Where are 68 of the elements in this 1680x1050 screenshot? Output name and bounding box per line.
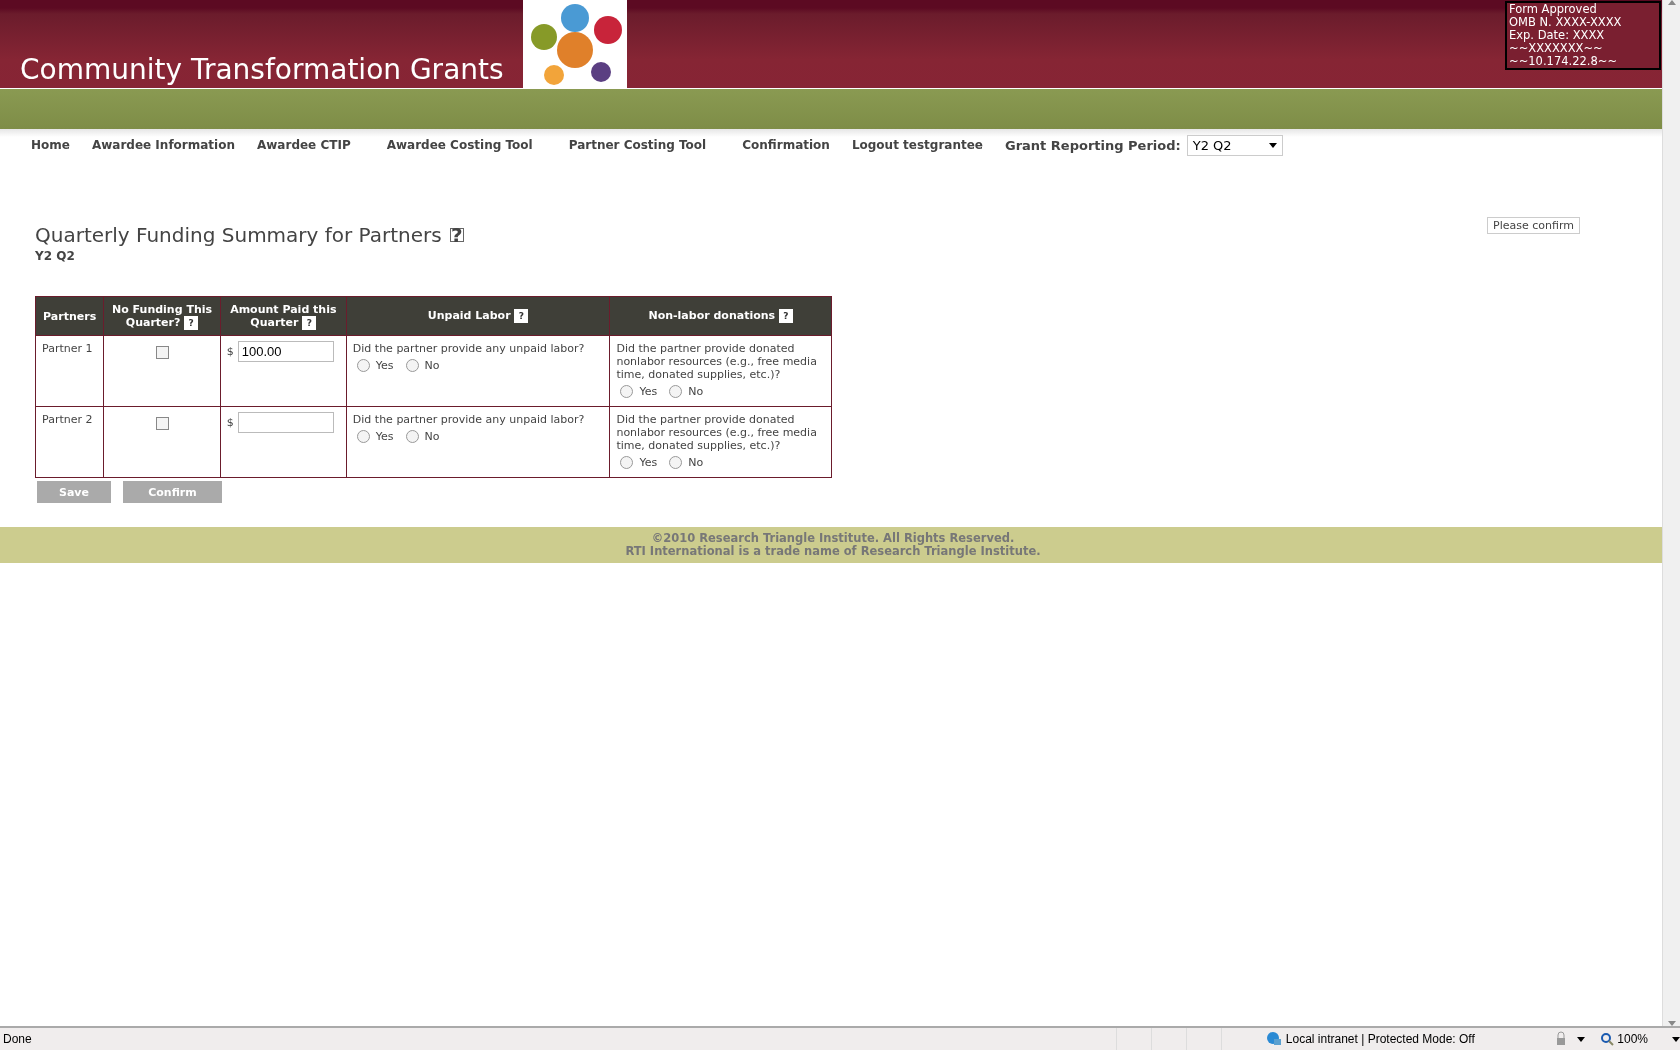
- labor-question: Did the partner provide any unpaid labor?: [352, 342, 586, 355]
- radio-label: Yes: [639, 456, 658, 469]
- no-funding-checkbox[interactable]: [155, 346, 169, 359]
- zoom-level[interactable]: 100%: [1617, 1032, 1648, 1046]
- notice-line: Exp. Date: XXXX: [1509, 29, 1606, 42]
- footer-text: ©2010 Research Triangle Institute. All Rights Reserved.: [651, 532, 1015, 545]
- partner-name: Partner 1: [35, 335, 104, 407]
- footer-text: RTI International is a trade name of Research Triangle Institute.: [625, 545, 1041, 558]
- radio-label: No: [424, 359, 440, 372]
- radio-label: No: [688, 385, 704, 398]
- nav-link[interactable]: Confirmation: [742, 138, 830, 152]
- radio-label: Yes: [375, 359, 394, 372]
- help-icon[interactable]: ?: [449, 228, 464, 242]
- amount-field[interactable]: [237, 412, 334, 433]
- radio-button[interactable]: [669, 385, 683, 398]
- notice-line: ~~XXXXXXX~~: [1509, 42, 1604, 55]
- labor-question: Did the partner provide any unpaid labor?: [352, 413, 586, 426]
- period-subtitle: Y2 Q2: [35, 249, 76, 263]
- column-header: Non-labor donations ?: [609, 296, 832, 336]
- donation-question: Did the partner provide donated nonlabor resources (e.g., free media time, donated supplies, etc.)?: [616, 342, 818, 381]
- column-header: Amount Paid this Quarter ?: [220, 296, 347, 336]
- scroll-up-icon[interactable]: [1667, 0, 1676, 5]
- radio-button[interactable]: [405, 430, 419, 443]
- site-title: Community Transformation Grants: [19, 52, 504, 88]
- confirm-notice: Please confirm: [1487, 217, 1580, 234]
- column-header: Unpaid Labor ?: [346, 296, 610, 336]
- nav-link[interactable]: Awardee Information: [91, 138, 235, 152]
- caret-icon[interactable]: [1577, 1036, 1586, 1042]
- column-header: No Funding This Quarter? ?: [103, 296, 221, 336]
- help-icon[interactable]: ?: [302, 315, 317, 330]
- radio-button[interactable]: [405, 359, 419, 372]
- radio-button[interactable]: [356, 359, 370, 372]
- notice-line: ~~10.174.22.8~~: [1509, 55, 1619, 68]
- period-label: Grant Reporting Period:: [1005, 137, 1181, 153]
- partner-name: Partner 2: [35, 406, 104, 478]
- scrollbar[interactable]: [1662, 0, 1680, 1026]
- amount-field[interactable]: 100.00: [237, 341, 334, 362]
- radio-label: No: [424, 430, 440, 443]
- caret-icon[interactable]: [1672, 1036, 1680, 1042]
- nav-link[interactable]: Logout testgrantee: [851, 138, 983, 152]
- radio-button[interactable]: [620, 385, 634, 398]
- donation-question: Did the partner provide donated nonlabor resources (e.g., free media time, donated supplies, etc.)?: [616, 413, 818, 452]
- radio-button[interactable]: [620, 456, 634, 469]
- help-icon[interactable]: ?: [184, 315, 199, 330]
- nav-link[interactable]: Awardee Costing Tool: [386, 138, 533, 152]
- caret-icon: [1268, 142, 1277, 148]
- period-dropdown[interactable]: Y2 Q2: [1186, 134, 1283, 156]
- globe-computer-icon: [1265, 1031, 1282, 1047]
- page-title: Quarterly Funding Summary for Partners: [35, 223, 442, 247]
- column-header: Partners: [35, 296, 104, 336]
- notice-line: OMB N. XXXX-XXXX: [1509, 16, 1623, 29]
- notice-line: Form Approved: [1509, 3, 1598, 16]
- radio-button[interactable]: [669, 456, 683, 469]
- help-icon[interactable]: ?: [514, 309, 529, 323]
- status-text: Done: [2, 1032, 33, 1046]
- zoom-icon[interactable]: [1601, 1032, 1615, 1046]
- help-icon[interactable]: ?: [778, 309, 793, 323]
- nav-link[interactable]: Partner Costing Tool: [568, 138, 707, 152]
- radio-label: No: [688, 456, 704, 469]
- currency-symbol: $: [226, 345, 234, 358]
- radio-label: Yes: [639, 385, 658, 398]
- nav-link[interactable]: Home: [31, 138, 70, 152]
- nav-link[interactable]: Awardee CTIP: [257, 138, 351, 152]
- security-zone-text: Local intranet | Protected Mode: Off: [1285, 1032, 1476, 1046]
- radio-label: Yes: [375, 430, 394, 443]
- no-funding-checkbox[interactable]: [155, 417, 169, 430]
- currency-symbol: $: [226, 416, 234, 429]
- radio-button[interactable]: [356, 430, 370, 443]
